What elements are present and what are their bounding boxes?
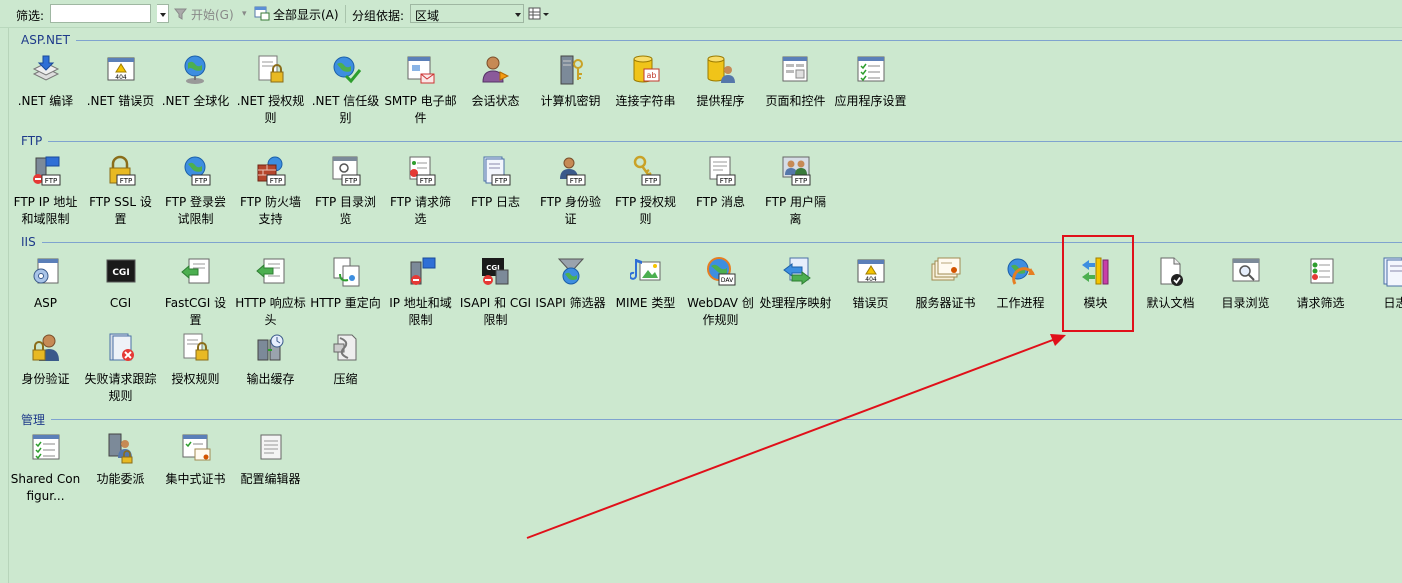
annotation-arrow-icon (526, 334, 1066, 539)
